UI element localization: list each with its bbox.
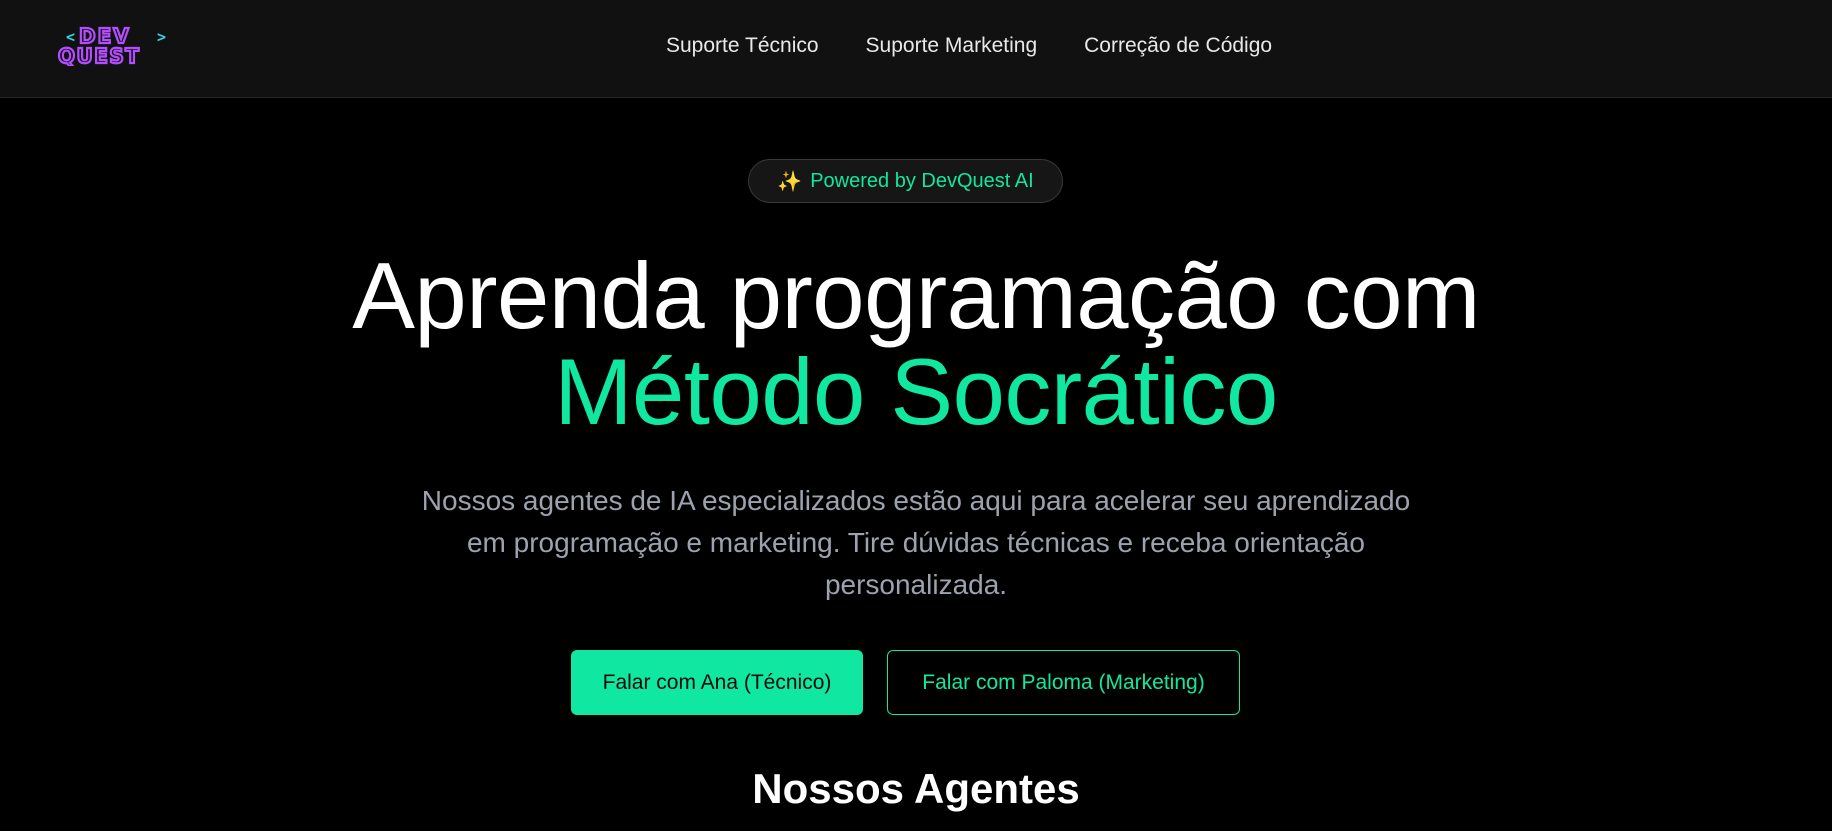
logo-text-quest: QUEST [58, 44, 140, 66]
hero-title-line1: Aprenda programação com [352, 243, 1480, 348]
hero-title: Aprenda programação com Método Socrático [0, 248, 1832, 440]
talk-to-ana-button[interactable]: Falar com Ana (Técnico) [571, 650, 863, 715]
nav-link-suporte-marketing[interactable]: Suporte Marketing [866, 34, 1038, 58]
devquest-logo[interactable]: < DEV > QUEST [56, 23, 180, 69]
main-nav: Suporte Técnico Suporte Marketing Correç… [666, 34, 1272, 58]
logo-bracket-right: > [157, 28, 166, 46]
nav-link-suporte-tecnico[interactable]: Suporte Técnico [666, 34, 819, 58]
powered-by-badge: ✨ Powered by DevQuest AI [748, 159, 1063, 203]
agents-section-title: Nossos Agentes [752, 765, 1080, 812]
hero-title-highlight: Método Socrático [554, 339, 1278, 444]
cta-buttons: Falar com Ana (Técnico) Falar com Paloma… [571, 650, 1240, 715]
nav-link-correcao-codigo[interactable]: Correção de Código [1084, 34, 1272, 58]
talk-to-paloma-button[interactable]: Falar com Paloma (Marketing) [887, 650, 1240, 715]
hero-description: Nossos agentes de IA especializados estã… [421, 485, 1411, 600]
powered-by-text: Powered by DevQuest AI [810, 169, 1034, 192]
devquest-logo-graphic: < DEV > QUEST [57, 23, 166, 69]
sparkles-icon: ✨ [777, 170, 803, 193]
top-navbar: < DEV > QUEST Suporte Técnico Suporte Ma… [0, 0, 1832, 98]
